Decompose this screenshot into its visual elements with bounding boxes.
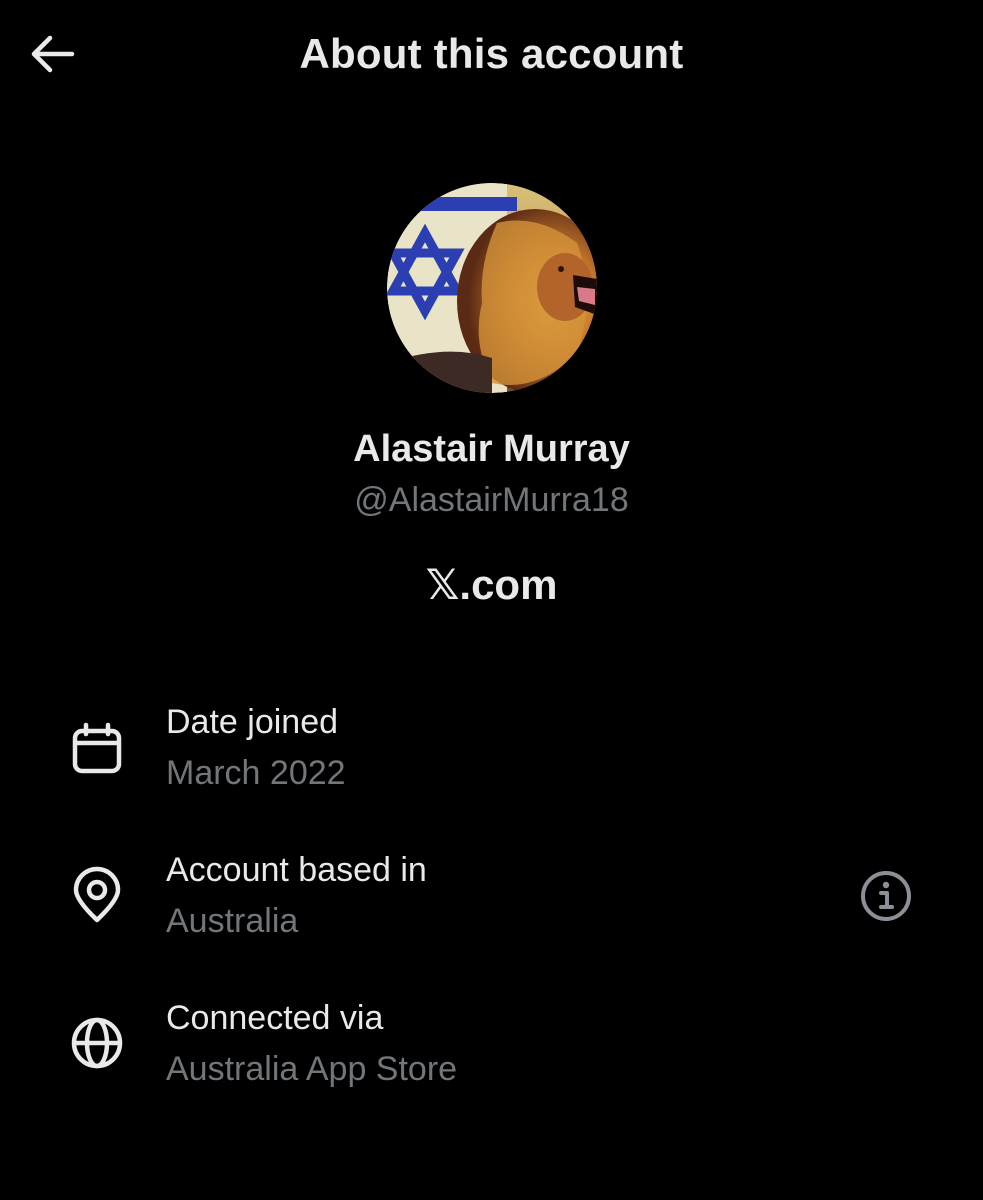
page-title: About this account <box>299 30 684 77</box>
platform-label: 𝕏.com <box>0 560 983 609</box>
globe-icon <box>68 1014 126 1072</box>
detail-value: March 2022 <box>166 754 346 792</box>
info-icon <box>861 871 911 921</box>
display-name: Alastair Murray <box>353 428 630 470</box>
detail-value: Australia <box>166 902 299 940</box>
detail-label: Account based in <box>166 851 427 889</box>
calendar-icon <box>68 720 126 778</box>
avatar[interactable] <box>387 183 597 393</box>
detail-row-connected-via: Connected via Australia App Store <box>0 996 983 1106</box>
detail-row-date-joined: Date joined March 2022 <box>0 700 983 810</box>
detail-label: Date joined <box>166 703 339 741</box>
avatar-image <box>387 183 597 393</box>
x-logo-icon: 𝕏 <box>425 560 460 609</box>
detail-value: Australia App Store <box>166 1050 458 1088</box>
location-pin-icon <box>68 866 126 924</box>
platform-domain: .com <box>459 561 558 608</box>
detail-label: Connected via <box>166 999 384 1037</box>
info-button[interactable] <box>858 868 914 924</box>
detail-row-account-based-in: Account based in Australia <box>0 848 983 958</box>
user-handle: @AlastairMurra18 <box>354 481 629 519</box>
header-bar: About this account <box>0 0 983 108</box>
